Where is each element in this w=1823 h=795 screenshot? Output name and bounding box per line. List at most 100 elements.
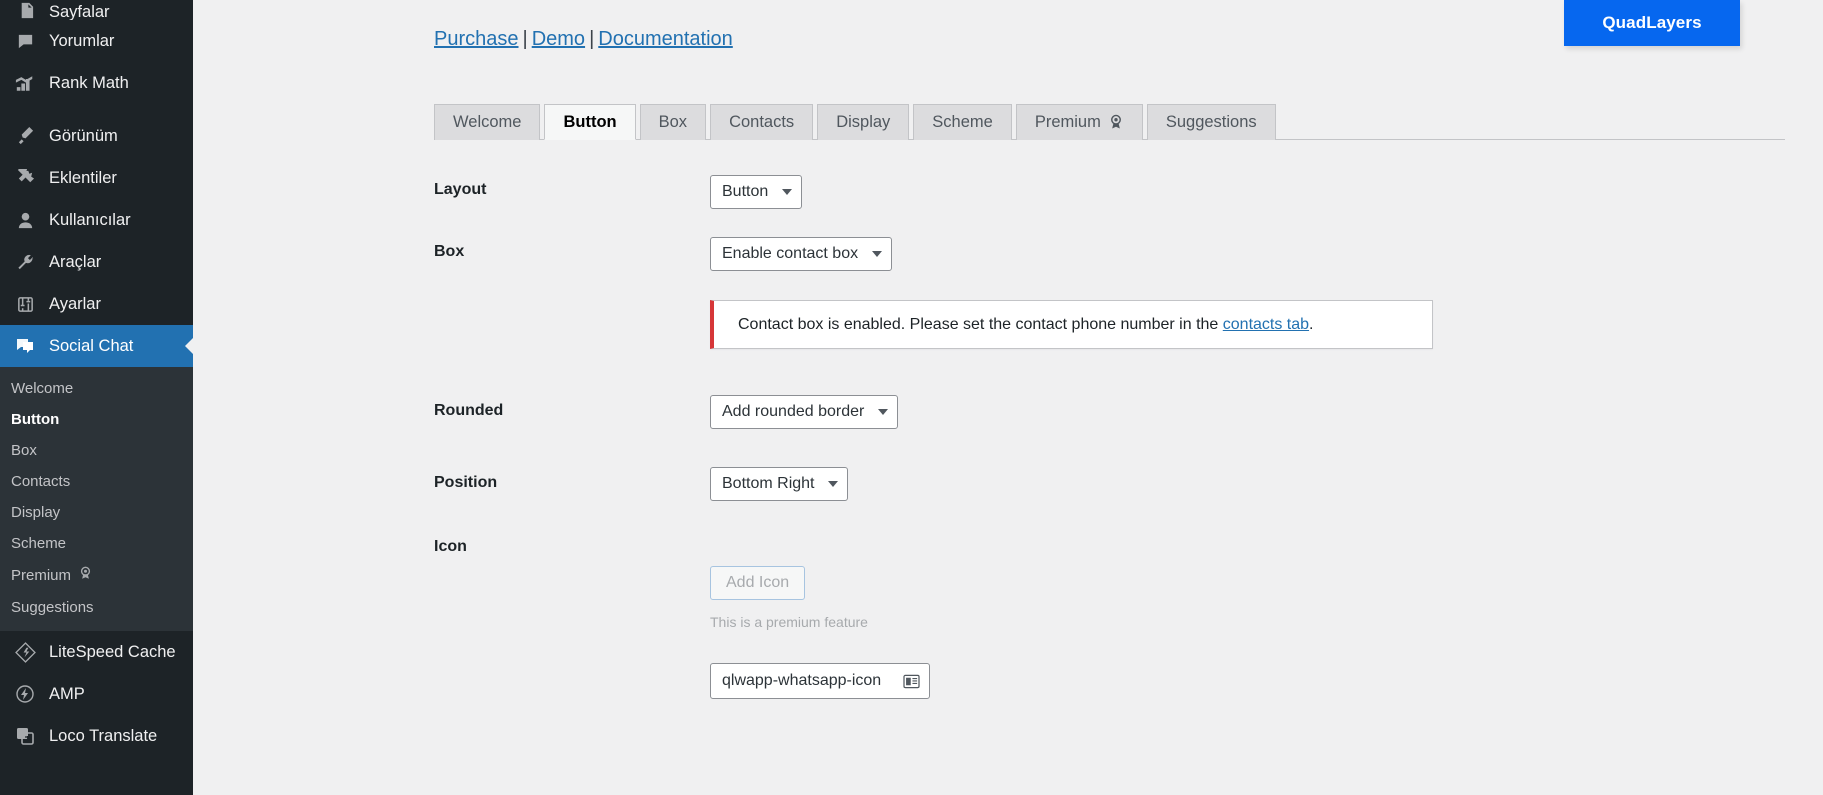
position-label: Position	[434, 474, 497, 492]
sidebar-item-gorunum[interactable]: Görünüm	[0, 115, 193, 157]
submenu-item-label: Welcome	[11, 380, 73, 397]
settings-tabs: Welcome Button Box Contacts Display Sche…	[434, 104, 1785, 140]
position-select[interactable]: Bottom Right	[710, 467, 848, 501]
loco-translate-icon	[10, 726, 40, 746]
sidebar-item-loco-translate[interactable]: Loco Translate	[0, 715, 193, 757]
sidebar-item-label: Araçlar	[40, 254, 101, 271]
sidebar-item-label: Sayfalar	[40, 4, 110, 21]
submenu-item-box[interactable]: Box	[0, 435, 193, 466]
quadlayers-logo-text: QuadLayers	[1602, 13, 1701, 33]
purchase-link[interactable]: Purchase	[434, 28, 519, 50]
tab-premium[interactable]: Premium	[1016, 104, 1143, 140]
chevron-down-icon	[782, 189, 792, 195]
box-select[interactable]: Enable contact box	[710, 237, 892, 271]
social-chat-submenu: Welcome Button Box Contacts Display Sche…	[0, 367, 193, 631]
sidebar-item-ayarlar[interactable]: Ayarlar	[0, 283, 193, 325]
link-separator: |	[523, 28, 528, 50]
tab-label: Welcome	[453, 113, 521, 132]
rounded-select-value: Add rounded border	[722, 403, 864, 421]
box-select-value: Enable contact box	[722, 245, 858, 263]
layout-select-value: Button	[722, 183, 768, 201]
tab-display[interactable]: Display	[817, 104, 909, 140]
sidebar-item-label: Social Chat	[40, 338, 133, 355]
social-chat-icon	[10, 336, 40, 356]
tab-welcome[interactable]: Welcome	[434, 104, 540, 140]
sidebar-separator	[0, 104, 193, 115]
documentation-link[interactable]: Documentation	[598, 28, 733, 50]
tab-button[interactable]: Button	[544, 104, 635, 140]
premium-ribbon-icon	[78, 566, 93, 585]
tab-label: Button	[563, 113, 616, 132]
sidebar-item-label: Kullanıcılar	[40, 212, 131, 229]
chevron-down-icon	[828, 481, 838, 487]
position-select-value: Bottom Right	[722, 475, 814, 493]
submenu-item-label: Button	[11, 411, 59, 428]
layout-select-wrap: Button	[710, 175, 802, 209]
submenu-item-label: Box	[11, 442, 37, 459]
submenu-item-display[interactable]: Display	[0, 497, 193, 528]
sidebar-item-rank-math[interactable]: Rank Math	[0, 62, 193, 104]
icon-label: Icon	[434, 538, 467, 556]
sidebar-item-amp[interactable]: AMP	[0, 673, 193, 715]
box-label: Box	[434, 243, 464, 261]
sidebar-item-yorumlar[interactable]: Yorumlar	[0, 20, 193, 62]
tab-scheme[interactable]: Scheme	[913, 104, 1012, 140]
sidebar-item-label: Yorumlar	[40, 33, 114, 50]
tab-suggestions[interactable]: Suggestions	[1147, 104, 1276, 140]
box-select-wrap: Enable contact box	[710, 237, 892, 271]
quadlayers-logo[interactable]: QuadLayers	[1564, 0, 1740, 46]
submenu-item-scheme[interactable]: Scheme	[0, 528, 193, 559]
contact-box-notice: Contact box is enabled. Please set the c…	[710, 300, 1433, 349]
tab-box[interactable]: Box	[640, 104, 706, 140]
submenu-item-welcome[interactable]: Welcome	[0, 373, 193, 404]
demo-link[interactable]: Demo	[532, 28, 585, 50]
submenu-item-label: Suggestions	[11, 599, 94, 616]
settings-sliders-icon	[10, 295, 40, 314]
litespeed-diamond-icon	[10, 642, 40, 663]
add-icon-button[interactable]: Add Icon	[710, 566, 805, 600]
layout-label: Layout	[434, 181, 486, 199]
sidebar-item-kullanicilar[interactable]: Kullanıcılar	[0, 199, 193, 241]
icon-picker-icon[interactable]	[903, 674, 920, 689]
button-settings-form: Layout Button Box Enable contact box	[193, 150, 1823, 795]
icon-value-wrap: qlwapp-whatsapp-icon	[710, 663, 930, 699]
position-select-wrap: Bottom Right	[710, 467, 848, 501]
tab-contacts[interactable]: Contacts	[710, 104, 813, 140]
contacts-tab-link[interactable]: contacts tab	[1223, 316, 1309, 334]
icon-name-value: qlwapp-whatsapp-icon	[722, 672, 881, 690]
sidebar-item-social-chat[interactable]: Social Chat	[0, 325, 193, 367]
chevron-down-icon	[878, 409, 888, 415]
sidebar-item-araclar[interactable]: Araçlar	[0, 241, 193, 283]
sidebar-item-eklentiler[interactable]: Eklentiler	[0, 157, 193, 199]
sidebar-item-litespeed-cache[interactable]: LiteSpeed Cache	[0, 631, 193, 673]
notice-text-before: Contact box is enabled. Please set the c…	[738, 316, 1218, 334]
tab-label: Box	[659, 113, 687, 132]
notice-text-after: .	[1309, 316, 1313, 334]
submenu-item-suggestions[interactable]: Suggestions	[0, 592, 193, 623]
submenu-item-contacts[interactable]: Contacts	[0, 466, 193, 497]
premium-feature-note: This is a premium feature	[710, 614, 868, 630]
tab-label: Display	[836, 113, 890, 132]
tab-label: Premium	[1035, 113, 1101, 132]
layout-select[interactable]: Button	[710, 175, 802, 209]
chevron-down-icon	[872, 251, 882, 257]
premium-ribbon-icon	[1108, 114, 1124, 131]
tools-wrench-icon	[10, 253, 40, 272]
sidebar-item-sayfalar[interactable]: Sayfalar	[0, 0, 193, 20]
submenu-item-premium[interactable]: Premium	[0, 559, 193, 592]
rounded-select[interactable]: Add rounded border	[710, 395, 898, 429]
pages-icon	[10, 1, 40, 20]
add-icon-button-label: Add Icon	[726, 574, 789, 592]
plugins-plug-icon	[10, 169, 40, 188]
submenu-item-label: Contacts	[11, 473, 70, 490]
icon-controls: Add Icon This is a premium feature	[710, 566, 868, 630]
icon-name-input[interactable]: qlwapp-whatsapp-icon	[710, 663, 930, 699]
submenu-item-button[interactable]: Button	[0, 404, 193, 435]
sidebar-item-label: LiteSpeed Cache	[40, 644, 176, 661]
amp-bolt-icon	[10, 684, 40, 704]
main-content: QuadLayers Purchase|Demo|Documentation W…	[193, 0, 1823, 795]
sidebar-item-label: AMP	[40, 686, 85, 703]
sidebar-item-label: Ayarlar	[40, 296, 101, 313]
top-links: Purchase|Demo|Documentation	[434, 28, 733, 51]
link-separator: |	[589, 28, 594, 50]
